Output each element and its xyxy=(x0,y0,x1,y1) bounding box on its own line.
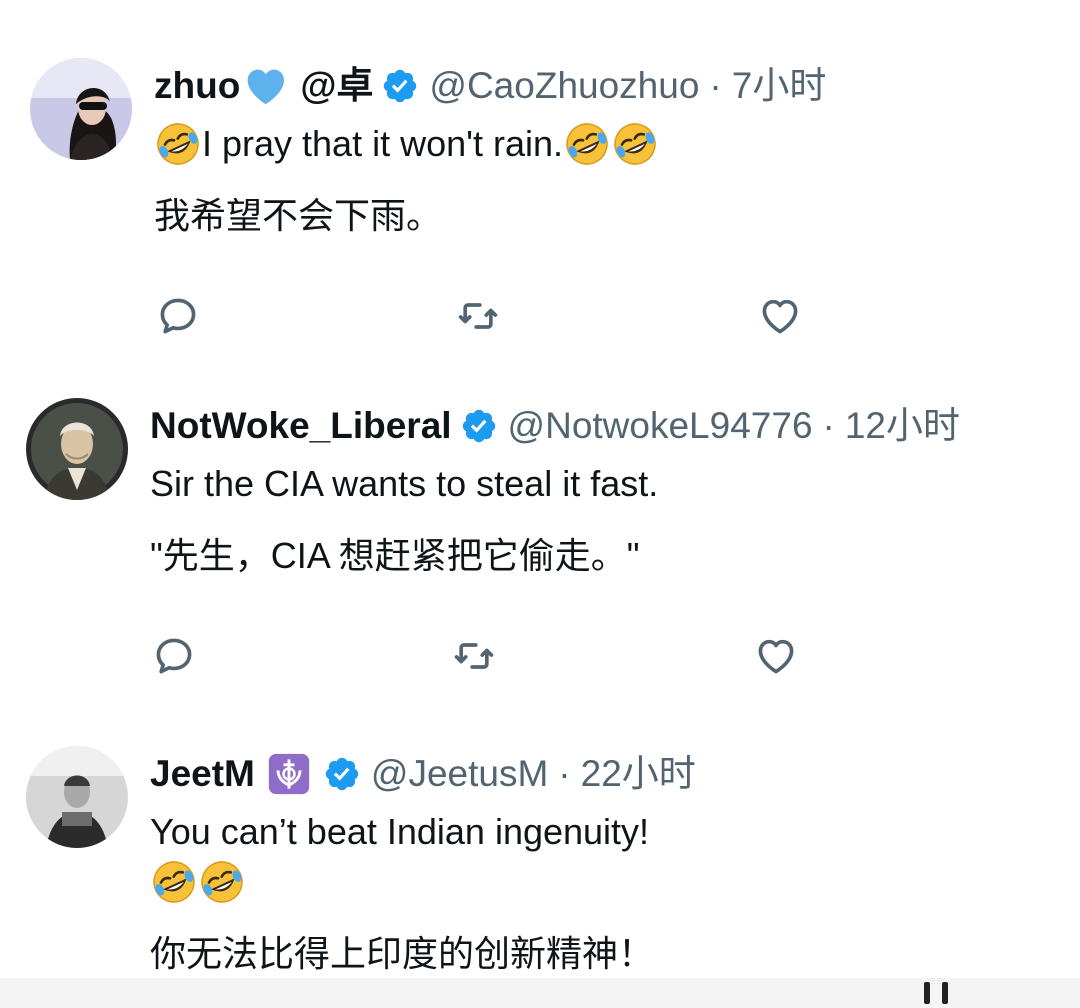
khanda-symbol-icon xyxy=(267,752,311,796)
rolling-laughing-emoji xyxy=(563,120,611,168)
like-icon[interactable] xyxy=(758,294,802,338)
display-name-suffix[interactable]: @卓 xyxy=(300,64,373,108)
timestamp[interactable]: 12小时 xyxy=(845,404,960,448)
bottom-bar xyxy=(0,978,1080,1008)
emoji-line xyxy=(150,858,246,906)
timestamp[interactable]: 7小时 xyxy=(732,64,827,108)
tweet-text-en: Sir the CIA wants to steal it fast. xyxy=(150,463,659,504)
avatar[interactable] xyxy=(30,58,132,160)
like-icon[interactable] xyxy=(754,634,798,678)
user-handle[interactable]: @JeetusM xyxy=(371,752,548,796)
timestamp[interactable]: 22小时 xyxy=(581,752,696,796)
verified-badge-icon xyxy=(460,407,498,445)
tweet-header: JeetM @JeetusM · 22小时 xyxy=(150,752,696,796)
tweet-text-zh: 你无法比得上印度的创新精神！ xyxy=(150,933,655,974)
separator-dot: · xyxy=(558,753,571,794)
display-name[interactable]: NotWoke_Liberal xyxy=(150,404,452,448)
reply-icon[interactable] xyxy=(156,294,200,338)
display-name[interactable]: zhuo xyxy=(154,64,240,108)
blue-heart-emoji xyxy=(244,66,288,106)
verified-badge-icon xyxy=(381,67,419,105)
separator-dot: · xyxy=(822,405,835,446)
tweet-header: zhuo @卓 @CaoZhuozhuo · 7小时 xyxy=(154,64,826,108)
tweet-text-zh: 我希望不会下雨。 xyxy=(154,195,443,236)
display-name[interactable]: JeetM xyxy=(150,752,255,796)
rolling-laughing-emoji xyxy=(150,858,198,906)
tweet-text-en: I pray that it won't rain. xyxy=(154,120,659,168)
retweet-icon[interactable] xyxy=(452,634,496,678)
retweet-icon[interactable] xyxy=(456,294,500,338)
rolling-laughing-emoji xyxy=(611,120,659,168)
tweet-text-en: You can’t beat Indian ingenuity! xyxy=(150,811,650,852)
verified-badge-icon xyxy=(323,755,361,793)
avatar[interactable] xyxy=(26,398,128,500)
rolling-laughing-emoji xyxy=(154,120,202,168)
user-handle[interactable]: @NotwokeL94776 xyxy=(508,404,813,448)
rolling-laughing-emoji xyxy=(198,858,246,906)
user-handle[interactable]: @CaoZhuozhuo xyxy=(429,64,699,108)
separator-dot: · xyxy=(709,65,722,106)
scroll-handle-icon[interactable] xyxy=(924,982,948,1004)
tweet-header: NotWoke_Liberal @NotwokeL94776 · 12小时 xyxy=(150,404,960,448)
avatar[interactable] xyxy=(26,746,128,848)
reply-icon[interactable] xyxy=(152,634,196,678)
tweet-text-zh: "先生，CIA 想赶紧把它偷走。" xyxy=(150,535,640,576)
tweet-text-en-content: I pray that it won't rain. xyxy=(202,123,564,164)
